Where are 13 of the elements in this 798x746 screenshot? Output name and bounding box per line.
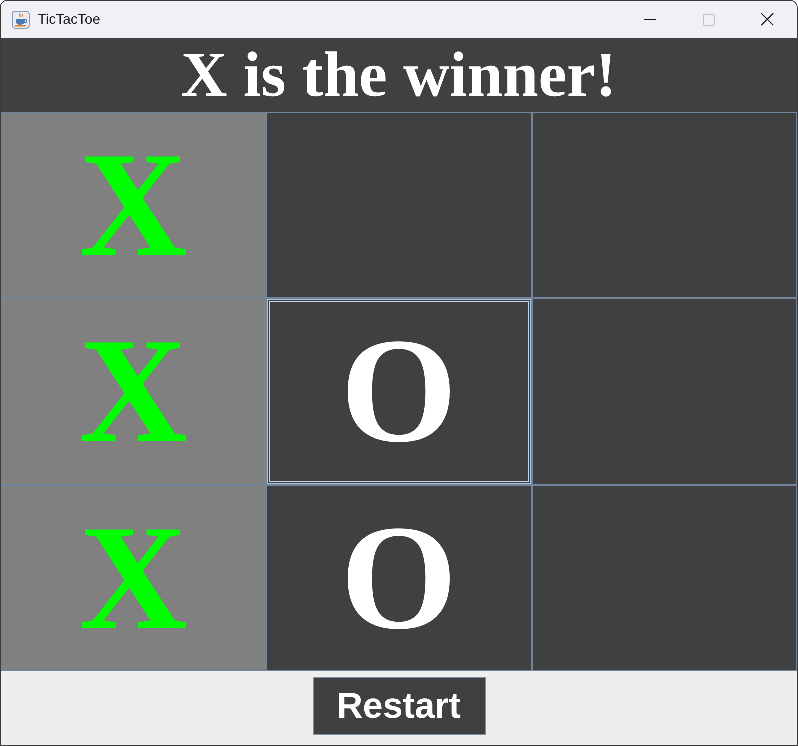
- status-banner: X is the winner!: [1, 38, 797, 112]
- coffee-cup-icon: [12, 10, 30, 28]
- close-icon: [761, 13, 774, 26]
- minimize-icon: [644, 18, 656, 20]
- board-cell[interactable]: [266, 112, 532, 298]
- restart-button[interactable]: Restart: [312, 677, 486, 735]
- board-cell[interactable]: O: [266, 484, 532, 671]
- board-cell[interactable]: [532, 484, 797, 671]
- board-cell[interactable]: [532, 112, 797, 298]
- window-title: TicTacToe: [38, 10, 101, 29]
- maximize-icon: [702, 14, 714, 26]
- board-cell[interactable]: [532, 298, 797, 485]
- board-cell[interactable]: O: [266, 298, 532, 485]
